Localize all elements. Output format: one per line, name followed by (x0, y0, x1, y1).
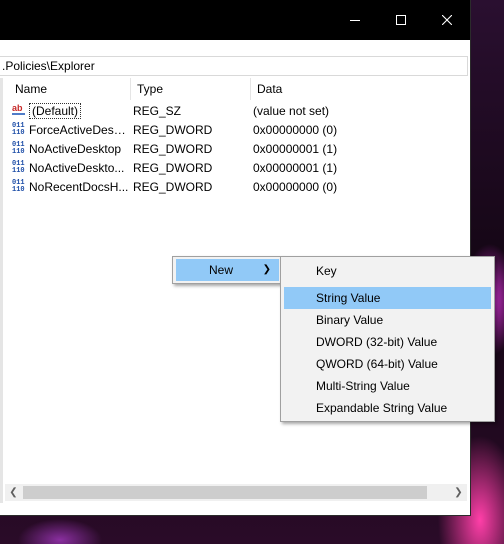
value-data: 0x00000001 (1) (253, 142, 338, 156)
submenu-item-label: String Value (316, 291, 381, 305)
value-type: REG_SZ (133, 104, 182, 118)
submenu-item-label: Expandable String Value (316, 401, 448, 415)
value-data: 0x00000000 (0) (253, 180, 338, 194)
submenu-item-qword-value[interactable]: QWORD (64-bit) Value (284, 353, 491, 375)
value-name: NoRecentDocsH... (29, 180, 129, 194)
submenu-item-label: QWORD (64-bit) Value (316, 357, 438, 371)
submenu-item-dword-value[interactable]: DWORD (32-bit) Value (284, 331, 491, 353)
value-type: REG_DWORD (133, 142, 213, 156)
binary-value-icon: 011 110 (12, 160, 25, 175)
context-menu: New ❯ (172, 256, 283, 284)
submenu-item-label: DWORD (32-bit) Value (316, 335, 438, 349)
maximize-icon (396, 15, 406, 25)
maximize-button[interactable] (378, 0, 424, 40)
submenu-arrow-icon: ❯ (262, 264, 271, 275)
table-row[interactable]: ab (Default) REG_SZ (value not set) (3, 102, 470, 121)
submenu-item-expandable-string-value[interactable]: Expandable String Value (284, 397, 491, 419)
submenu-item-binary-value[interactable]: Binary Value (284, 309, 491, 331)
close-icon (442, 15, 452, 25)
binary-value-icon: 011 110 (12, 179, 25, 194)
column-header: Name Type Data (3, 78, 470, 100)
value-type: REG_DWORD (133, 123, 213, 137)
binary-value-icon: 011 110 (12, 141, 25, 156)
string-value-icon: ab (12, 104, 27, 119)
minimize-button[interactable] (332, 0, 378, 40)
column-name-header[interactable]: Name (9, 78, 127, 100)
table-row[interactable]: 011 110 NoActiveDesktop REG_DWORD 0x00000… (3, 140, 470, 159)
value-name: NoActiveDesktop (29, 142, 122, 156)
values-list: ab (Default) REG_SZ (value not set) 011 1… (3, 102, 470, 197)
column-data-header[interactable]: Data (250, 78, 470, 100)
value-data: 0x00000001 (1) (253, 161, 338, 175)
menu-item-new[interactable]: New ❯ (176, 259, 279, 281)
submenu-item-multi-string-value[interactable]: Multi-String Value (284, 375, 491, 397)
horizontal-scrollbar[interactable]: ❮ ❯ (5, 484, 467, 501)
new-submenu: Key String Value Binary Value DWORD (32-… (280, 256, 495, 422)
submenu-item-string-value[interactable]: String Value (284, 287, 491, 309)
binary-value-icon: 011 110 (12, 122, 25, 137)
menu-item-label: New (209, 263, 234, 277)
value-name: NoActiveDeskto... (29, 161, 125, 175)
title-bar (0, 0, 470, 40)
submenu-item-label: Multi-String Value (316, 379, 410, 393)
value-type: REG_DWORD (133, 180, 213, 194)
value-name: ForceActiveDesk... (29, 123, 129, 137)
address-bar[interactable]: .Policies\Explorer (0, 56, 468, 76)
column-type-header[interactable]: Type (130, 78, 250, 100)
table-row[interactable]: 011 110 NoActiveDeskto... REG_DWORD 0x000… (3, 159, 470, 178)
scrollbar-thumb[interactable] (23, 486, 427, 499)
submenu-item-label: Key (316, 264, 337, 278)
scroll-left-icon[interactable]: ❮ (5, 484, 22, 501)
table-row[interactable]: 011 110 ForceActiveDesk... REG_DWORD 0x00… (3, 121, 470, 140)
value-data: 0x00000000 (0) (253, 123, 338, 137)
close-button[interactable] (424, 0, 470, 40)
value-type: REG_DWORD (133, 161, 213, 175)
scroll-right-icon[interactable]: ❯ (450, 484, 467, 501)
table-row[interactable]: 011 110 NoRecentDocsH... REG_DWORD 0x0000… (3, 178, 470, 197)
submenu-item-key[interactable]: Key (284, 260, 491, 282)
value-data: (value not set) (253, 104, 330, 118)
value-name: (Default) (29, 103, 82, 119)
submenu-item-label: Binary Value (316, 313, 384, 327)
minimize-icon (350, 20, 360, 21)
